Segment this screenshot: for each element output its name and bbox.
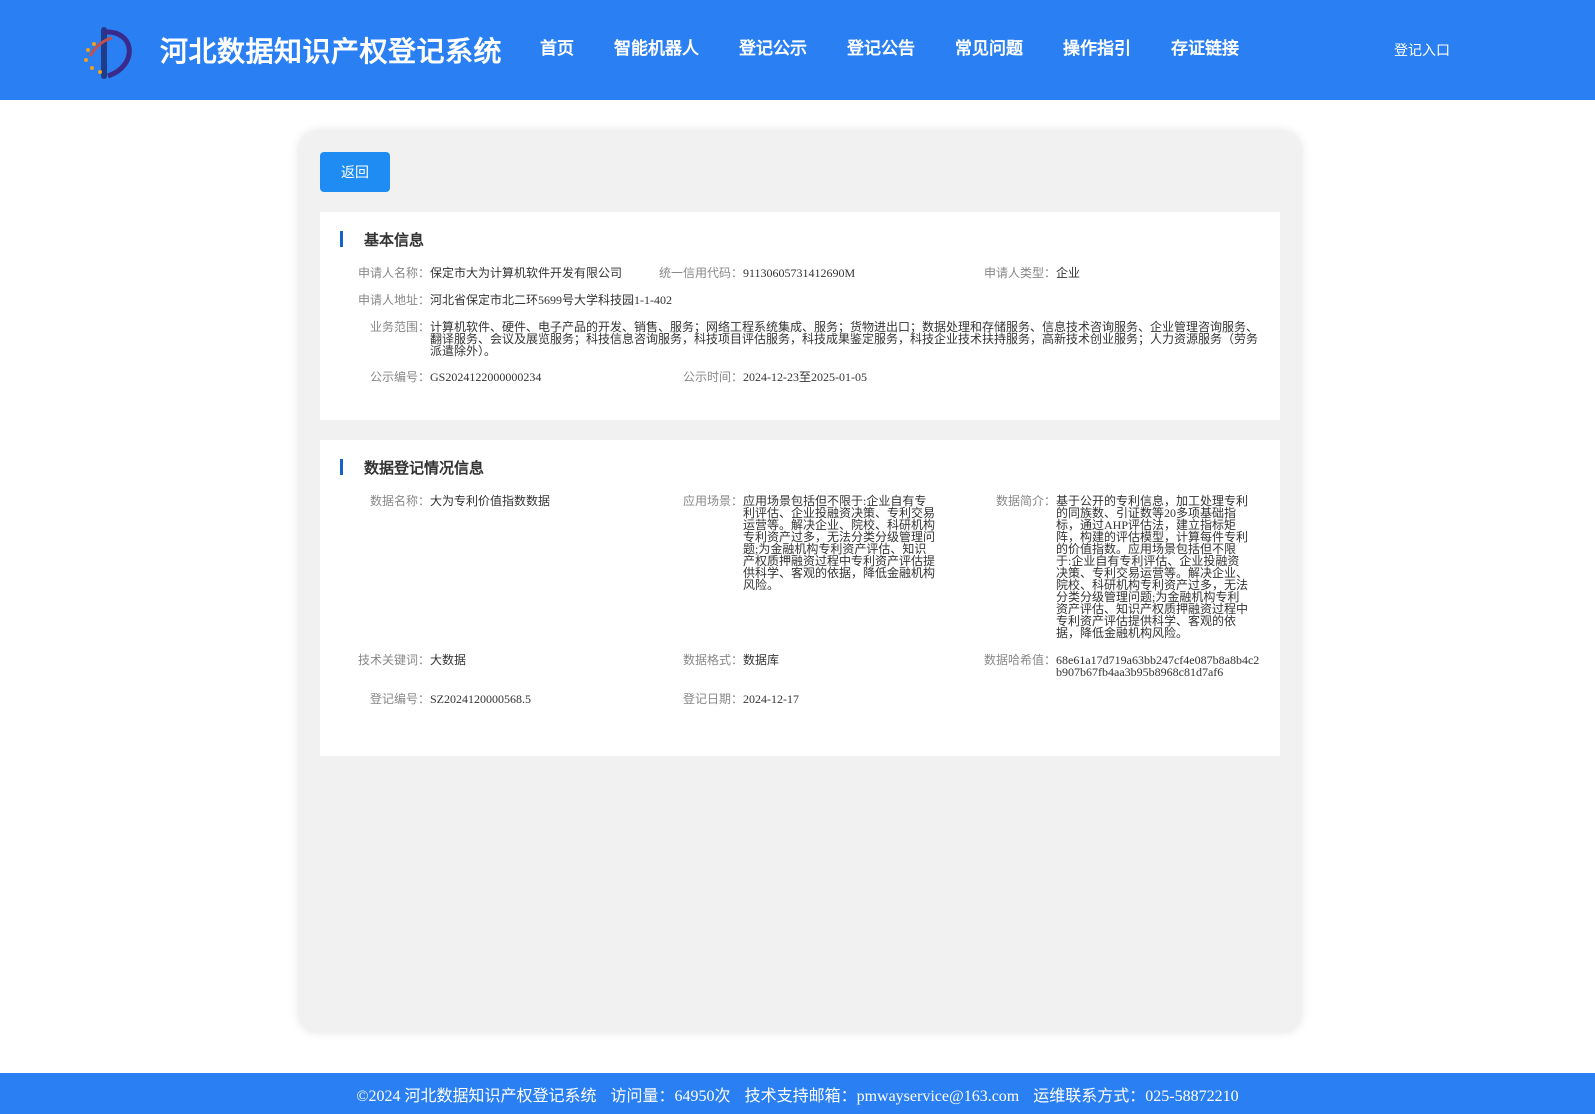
applicant-name-value: 保定市大为计算机软件开发有限公司: [430, 266, 623, 280]
data-registration-panel: 数据登记情况信息 数据名称： 大为专利价值指数数据 应用场景： 应用场景包括但不…: [320, 440, 1280, 756]
applicant-name-label: 申请人名称：: [357, 266, 430, 280]
applicant-name-field: 申请人名称： 保定市大为计算机软件开发有限公司: [320, 267, 630, 279]
site-logo-icon[interactable]: [82, 26, 138, 80]
notice-no-label: 公示编号：: [369, 370, 430, 384]
scenario-value: 应用场景包括但不限于:企业自有专利评估、企业投融资决策、专利交易运营等。解决企业…: [743, 494, 936, 592]
basic-info-title: 基本信息: [364, 230, 425, 249]
credit-code-value: 91130605731412690M: [743, 266, 856, 280]
notice-time-label: 公示时间：: [682, 370, 743, 384]
data-intro-field: 数据简介： 基于公开的专利信息，加工处理专利的同族数、引证数等20多项基础指标，…: [946, 495, 1251, 639]
applicant-type-value: 企业: [1056, 266, 1081, 280]
reg-date-label: 登记日期：: [682, 692, 743, 706]
reg-date-value: 2024-12-17: [743, 692, 799, 706]
section-accent-bar: [340, 459, 343, 475]
applicant-type-label: 申请人类型：: [983, 266, 1056, 280]
business-scope-label: 业务范围：: [369, 320, 430, 334]
footer-visit-count: 访问量：64950次: [610, 1087, 731, 1105]
nav-registration-publicity[interactable]: 登记公示: [739, 34, 807, 59]
detail-card: 返回 基本信息 申请人名称： 保定市大为计算机软件开发有限公司 统一信用代码： …: [299, 131, 1301, 1032]
address-value: 河北省保定市北二环5699号大学科技园1-1-402: [430, 293, 672, 307]
data-format-label: 数据格式：: [682, 653, 743, 667]
reg-date-field: 登记日期： 2024-12-17: [633, 693, 938, 705]
nav-home[interactable]: 首页: [540, 34, 574, 59]
address-field: 申请人地址： 河北省保定市北二环5699号大学科技园1-1-402: [320, 294, 1250, 306]
credit-code-field: 统一信用代码： 91130605731412690M: [633, 267, 943, 279]
site-title: 河北数据知识产权登记系统: [160, 35, 503, 68]
keywords-field: 技术关键词： 大数据: [320, 654, 625, 666]
scenario-label: 应用场景：: [682, 494, 743, 508]
nav-registration-announcement[interactable]: 登记公告: [847, 34, 915, 59]
data-format-field: 数据格式： 数据库: [633, 654, 938, 666]
data-format-value: 数据库: [743, 653, 780, 667]
top-header: 河北数据知识产权登记系统 首页 智能机器人 登记公示 登记公告 常见问题 操作指…: [0, 0, 1595, 100]
business-scope-field: 业务范围： 计算机软件、硬件、电子产品的开发、销售、服务；网络工程系统集成、服务…: [320, 321, 1260, 357]
address-label: 申请人地址：: [357, 293, 430, 307]
data-name-label: 数据名称：: [369, 494, 430, 508]
basic-info-header: 基本信息: [340, 228, 424, 250]
data-intro-label: 数据简介：: [995, 494, 1056, 508]
data-hash-value: 68e61a17d719a63bb247cf4e087b8a8b4c2b907b…: [1056, 653, 1260, 679]
main-nav: 首页 智能机器人 登记公示 登记公告 常见问题 操作指引 存证链接: [540, 34, 1279, 59]
scenario-field: 应用场景： 应用场景包括但不限于:企业自有专利评估、企业投融资决策、专利交易运营…: [633, 495, 938, 591]
data-hash-label: 数据哈希值：: [983, 653, 1056, 667]
nav-smart-robot[interactable]: 智能机器人: [614, 34, 699, 59]
notice-no-field: 公示编号： GS2024122000000234: [320, 371, 630, 383]
footer-ops-phone: 运维联系方式：025-58872210: [1033, 1087, 1239, 1105]
keywords-label: 技术关键词：: [357, 653, 430, 667]
footer-support-email: 技术支持邮箱：pmwayservice@163.com: [744, 1087, 1020, 1105]
notice-time-value: 2024-12-23至2025-01-05: [743, 370, 867, 384]
data-registration-title: 数据登记情况信息: [364, 458, 485, 477]
reg-no-value: SZ2024120000568.5: [430, 692, 532, 706]
keywords-value: 大数据: [430, 653, 467, 667]
section-accent-bar: [340, 231, 343, 247]
nav-evidence-link[interactable]: 存证链接: [1171, 34, 1239, 59]
data-registration-header: 数据登记情况信息: [340, 456, 484, 478]
notice-no-value: GS2024122000000234: [430, 370, 542, 384]
notice-time-field: 公示时间： 2024-12-23至2025-01-05: [633, 371, 943, 383]
applicant-type-field: 申请人类型： 企业: [946, 267, 1256, 279]
site-footer: ©2024 河北数据知识产权登记系统 访问量：64950次 技术支持邮箱：pmw…: [0, 1073, 1595, 1114]
reg-no-label: 登记编号：: [369, 692, 430, 706]
data-hash-field: 数据哈希值： 68e61a17d719a63bb247cf4e087b8a8b4…: [946, 654, 1261, 678]
business-scope-value: 计算机软件、硬件、电子产品的开发、销售、服务；网络工程系统集成、服务；货物进出口…: [430, 320, 1259, 358]
data-intro-value: 基于公开的专利信息，加工处理专利的同族数、引证数等20多项基础指标，通过AHP评…: [1056, 494, 1249, 640]
data-name-value: 大为专利价值指数数据: [430, 494, 551, 508]
credit-code-label: 统一信用代码：: [658, 266, 743, 280]
basic-info-panel: 基本信息 申请人名称： 保定市大为计算机软件开发有限公司 统一信用代码： 911…: [320, 212, 1280, 420]
reg-no-field: 登记编号： SZ2024120000568.5: [320, 693, 625, 705]
data-name-field: 数据名称： 大为专利价值指数数据: [320, 495, 625, 507]
nav-operation-guide[interactable]: 操作指引: [1063, 34, 1131, 59]
nav-faq[interactable]: 常见问题: [955, 34, 1023, 59]
back-button[interactable]: 返回: [320, 152, 390, 192]
login-link[interactable]: 登记入口: [1394, 40, 1450, 60]
footer-copyright: ©2024 河北数据知识产权登记系统: [356, 1087, 597, 1105]
